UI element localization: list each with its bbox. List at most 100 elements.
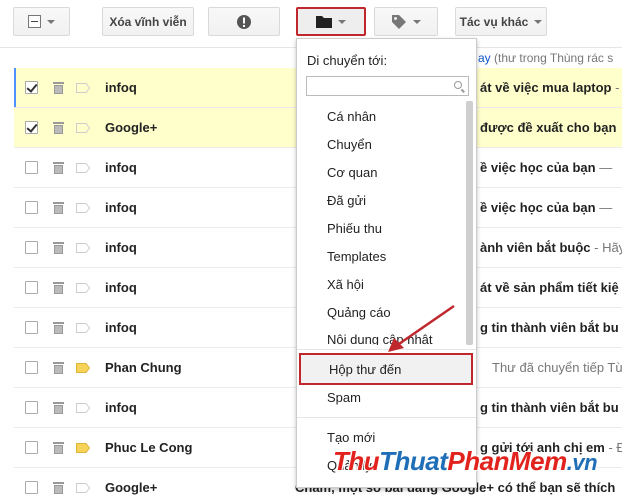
delete-forever-button[interactable]: Xóa vĩnh viễn: [102, 7, 194, 36]
snippet-text: Thư đã chuyển tiếp Từ:: [492, 360, 622, 375]
sender-name: infoq: [105, 400, 137, 415]
menu-item-co-quan[interactable]: Cơ quan: [327, 165, 377, 180]
trash-icon[interactable]: [53, 241, 64, 254]
trash-icon[interactable]: [53, 201, 64, 214]
menu-item-da-gui[interactable]: Đã gửi: [327, 193, 366, 208]
snippet-text: —: [595, 200, 613, 215]
sender-name: infoq: [105, 160, 137, 175]
subject-text: g tin thành viên bắt bu: [480, 400, 619, 415]
row-checkbox[interactable]: [25, 121, 38, 134]
menu-item-templates[interactable]: Templates: [327, 249, 386, 264]
row-checkbox[interactable]: [25, 241, 38, 254]
trash-icon[interactable]: [53, 81, 64, 94]
menu-title: Di chuyển tới:: [307, 53, 388, 68]
select-all-button[interactable]: [13, 7, 70, 36]
snippet-text: - Đồ: [608, 440, 622, 455]
trash-icon[interactable]: [53, 401, 64, 414]
snippet-text: - Hãy: [590, 240, 622, 255]
row-checkbox[interactable]: [25, 481, 38, 494]
message-subject: g tin thành viên bắt bu: [480, 400, 619, 415]
row-checkbox[interactable]: [25, 401, 38, 414]
move-to-menu: Di chuyển tới: Cá nhân Chuyển Cơ quan Đã…: [296, 38, 477, 488]
trash-icon[interactable]: [53, 481, 64, 494]
row-checkbox[interactable]: [25, 321, 38, 334]
top-info-snippet: ay (thư trong Thùng rác s: [478, 51, 613, 65]
top-info-text: (thư trong Thùng rác s: [490, 51, 614, 65]
sender-name: infoq: [105, 240, 137, 255]
folder-search-input[interactable]: [306, 76, 469, 96]
sender-name: infoq: [105, 280, 137, 295]
importance-marker-icon[interactable]: [76, 282, 90, 293]
subject-text: át về sản phẩm tiết kiệ: [480, 280, 619, 295]
top-info-link[interactable]: ay: [478, 51, 491, 65]
subject-text: g tin thành viên bắt bu: [480, 320, 619, 335]
trash-icon[interactable]: [53, 321, 64, 334]
sender-name: infoq: [105, 320, 137, 335]
importance-marker-icon[interactable]: [76, 482, 90, 493]
row-checkbox[interactable]: [25, 81, 38, 94]
subject-text: ề việc học của bạn: [480, 160, 596, 175]
menu-item-chuyen[interactable]: Chuyển: [327, 137, 372, 152]
search-icon: [454, 81, 462, 89]
menu-item-inbox-label: Hộp thư đến: [329, 362, 402, 377]
arrow-annotation-icon: [388, 304, 455, 352]
message-subject: được đề xuất cho bạn: [480, 120, 616, 135]
sender-name: Google+: [105, 480, 158, 495]
sender-name: Google+: [105, 120, 158, 135]
move-to-button[interactable]: [296, 7, 366, 36]
menu-item-ca-nhan[interactable]: Cá nhân: [327, 109, 376, 124]
trash-icon[interactable]: [53, 161, 64, 174]
trash-icon[interactable]: [53, 441, 64, 454]
watermark-logo: ThuThuatPhanMem.vn: [333, 446, 598, 476]
importance-marker-icon[interactable]: [76, 122, 90, 133]
importance-marker-icon[interactable]: [76, 362, 90, 373]
folder-icon: [316, 16, 332, 28]
menu-item-spam[interactable]: Spam: [327, 390, 361, 405]
menu-item-xa-hoi[interactable]: Xã hội: [327, 277, 364, 292]
more-actions-button[interactable]: Tác vụ khác: [455, 7, 547, 36]
row-checkbox[interactable]: [25, 161, 38, 174]
message-subject: át về sản phẩm tiết kiệ: [480, 280, 619, 295]
sender-name: infoq: [105, 80, 137, 95]
importance-marker-icon[interactable]: [76, 162, 90, 173]
more-actions-label: Tác vụ khác: [459, 14, 529, 29]
row-checkbox[interactable]: [25, 201, 38, 214]
message-subject: ành viên bắt buộc - Hãy: [480, 240, 622, 255]
menu-item-create-new[interactable]: Tạo mới: [327, 430, 375, 445]
select-checkbox-icon: [28, 15, 41, 28]
labels-button[interactable]: [374, 7, 438, 36]
importance-marker-icon[interactable]: [76, 202, 90, 213]
message-subject: g tin thành viên bắt bu: [480, 320, 619, 335]
trash-icon[interactable]: [53, 281, 64, 294]
message-subject: ề việc học của bạn —: [480, 200, 612, 215]
delete-forever-label: Xóa vĩnh viễn: [109, 14, 187, 29]
sender-name: infoq: [105, 200, 137, 215]
chevron-down-icon: [413, 19, 421, 24]
chevron-down-icon: [338, 19, 346, 24]
snippet-text: —: [595, 160, 613, 175]
chevron-down-icon: [47, 19, 55, 24]
trash-icon[interactable]: [53, 361, 64, 374]
alert-icon: [237, 14, 251, 29]
message-subject: ề việc học của bạn —: [480, 160, 612, 175]
menu-item-phieu-thu[interactable]: Phiếu thu: [327, 221, 382, 236]
trash-icon[interactable]: [53, 121, 64, 134]
importance-marker-icon[interactable]: [76, 402, 90, 413]
row-checkbox[interactable]: [25, 281, 38, 294]
subject-text: được đề xuất cho bạn: [480, 120, 617, 135]
importance-marker-icon[interactable]: [76, 82, 90, 93]
menu-divider: [297, 417, 476, 418]
importance-marker-icon[interactable]: [76, 442, 90, 453]
importance-marker-icon[interactable]: [76, 242, 90, 253]
subject-text: ề việc học của bạn: [480, 200, 596, 215]
sender-name: Phuc Le Cong: [105, 440, 193, 455]
sender-name: Phan Chung: [105, 360, 182, 375]
row-checkbox[interactable]: [25, 441, 38, 454]
importance-marker-icon[interactable]: [76, 322, 90, 333]
row-checkbox[interactable]: [25, 361, 38, 374]
report-spam-button[interactable]: [208, 7, 280, 36]
chevron-down-icon: [534, 19, 543, 24]
subject-text: ành viên bắt buộc: [480, 240, 591, 255]
message-subject: Thư đã chuyển tiếp Từ:: [492, 360, 622, 375]
menu-scrollbar[interactable]: [466, 101, 473, 345]
